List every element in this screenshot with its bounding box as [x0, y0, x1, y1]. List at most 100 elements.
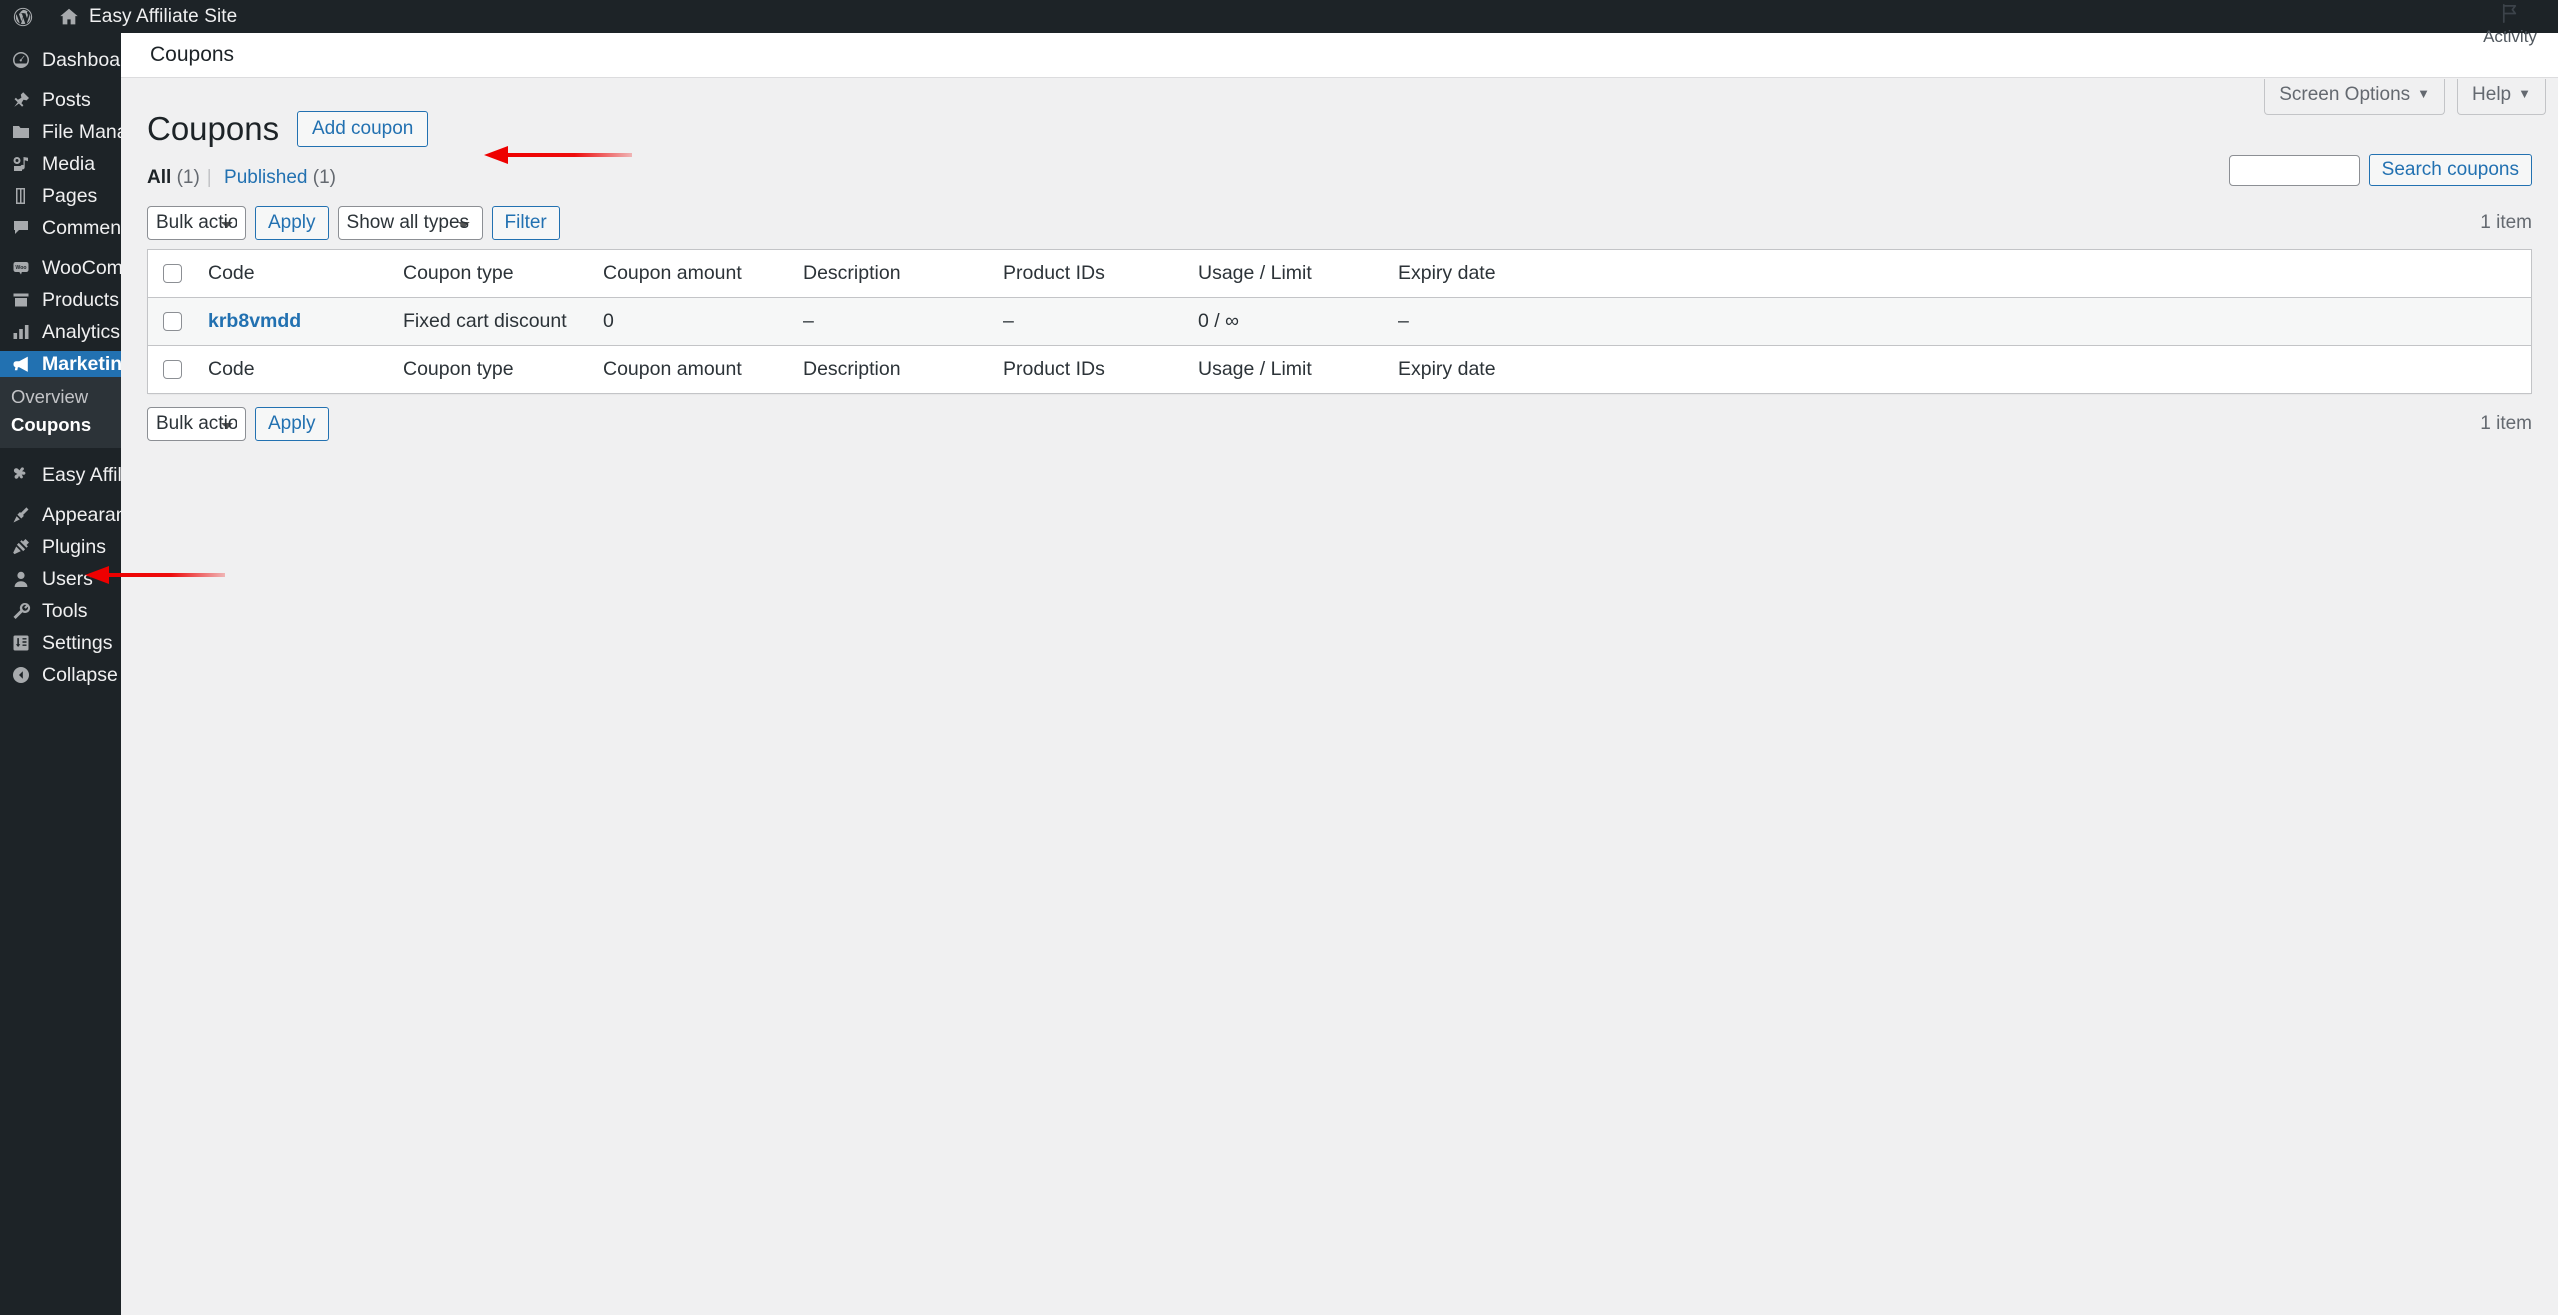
column-footer-description: Description	[790, 344, 990, 394]
table-footer-row: Code Coupon type Coupon amount Descripti…	[147, 344, 2532, 394]
column-footer-coupon-amount: Coupon amount	[590, 344, 790, 394]
home-icon	[58, 6, 80, 28]
wordpress-logo-icon	[12, 6, 34, 28]
column-header-description: Description	[790, 249, 990, 298]
content-area: Coupons Activity Screen Options ▼ Help ▼ C…	[121, 4, 2558, 1315]
cell-description: –	[790, 297, 990, 346]
table-row[interactable]: krb8vmdd Fixed cart discount 0 – – 0 / ∞…	[147, 297, 2532, 346]
sidebar-item-dashboard[interactable]: Dashboard	[0, 47, 137, 73]
tablenav-top: Bulk actions Apply Show all types Filter…	[147, 197, 2532, 249]
select-all-checkbox[interactable]	[163, 263, 182, 283]
plugins-plug-icon	[11, 537, 31, 557]
sidebar-item-file-manager[interactable]: File Manager	[0, 119, 156, 145]
breadcrumb: Coupons	[150, 43, 235, 66]
table-foot: Code Coupon type Coupon amount Descripti…	[147, 344, 2532, 394]
menu-spacer	[0, 488, 121, 502]
apply-button-bottom[interactable]: Apply	[255, 406, 329, 441]
sidebar-item-analytics[interactable]: Analytics	[0, 319, 121, 345]
column-header-code[interactable]: Code	[195, 249, 390, 298]
select-all-footer-header	[147, 344, 195, 394]
coupon-code-link[interactable]: krb8vmdd	[208, 310, 301, 332]
sidebar-item-collapse-menu[interactable]: Collapse menu	[0, 662, 172, 688]
bulk-actions-select-top[interactable]: Bulk actions	[147, 205, 246, 240]
sidebar-item-woocommerce[interactable]: Woo WooCommerce	[0, 255, 177, 281]
add-coupon-button[interactable]: Add coupon	[296, 111, 429, 148]
coupon-type-filter-select[interactable]: Show all types	[337, 205, 483, 240]
activity-button[interactable]: Activity	[2474, 2, 2546, 46]
sidebar-item-label: Settings	[42, 632, 113, 654]
sidebar-item-products[interactable]: Products	[0, 287, 121, 313]
bulk-actions-select-bottom[interactable]: Bulk actions	[147, 406, 246, 441]
sidebar-item-label: Plugins	[42, 536, 106, 558]
sidebar-item-easy-affiliate[interactable]: Easy Affiliate	[0, 462, 153, 488]
column-footer-coupon-type: Coupon type	[390, 344, 590, 394]
view-published-link[interactable]: Published	[224, 167, 307, 188]
sidebar-item-label: Posts	[42, 89, 91, 111]
sidebar-item-users[interactable]: Users	[0, 566, 121, 592]
analytics-bar-icon	[11, 322, 31, 342]
search-input[interactable]	[2228, 154, 2360, 186]
sidebar-item-settings[interactable]: Settings	[0, 630, 121, 656]
cell-expiry-date: –	[1385, 297, 2532, 346]
admin-sidebar-menu: Dashboard Posts File Manager Media Pages	[0, 33, 177, 1315]
displaying-num-top: 1 item	[2480, 211, 2532, 233]
submenu-item-coupons[interactable]: Coupons	[0, 411, 121, 439]
select-all-checkbox-footer[interactable]	[163, 359, 182, 379]
view-published: Published (1)	[224, 167, 336, 189]
submenu-item-overview[interactable]: Overview	[0, 383, 121, 411]
column-footer-expiry-date[interactable]: Expiry date	[1385, 344, 2532, 394]
sidebar-item-appearance[interactable]: Appearance	[0, 502, 147, 528]
column-header-usage-limit: Usage / Limit	[1185, 249, 1385, 298]
folder-icon	[11, 122, 31, 142]
table-header-row: Code Coupon type Coupon amount Descripti…	[147, 249, 2532, 298]
column-footer-product-ids: Product IDs	[990, 344, 1185, 394]
users-icon	[11, 569, 31, 589]
cell-coupon-amount: 0	[590, 297, 790, 346]
posts-pin-icon	[11, 90, 31, 110]
site-name-menu[interactable]: Easy Affiliate Site	[46, 0, 249, 33]
sidebar-item-marketing[interactable]: Marketing	[0, 351, 134, 377]
appearance-brush-icon	[11, 505, 31, 525]
tools-wrench-icon	[11, 601, 31, 621]
column-footer-code[interactable]: Code	[195, 344, 390, 394]
sidebar-item-comments[interactable]: Comments	[0, 215, 136, 241]
sidebar-item-posts[interactable]: Posts	[0, 87, 121, 113]
activity-label: Activity	[2483, 27, 2537, 46]
tablenav-bottom: Bulk actions Apply 1 item	[147, 398, 2532, 450]
sidebar-item-pages[interactable]: Pages	[0, 183, 121, 209]
cell-code: krb8vmdd	[195, 297, 390, 346]
sidebar-item-label: Analytics	[42, 321, 121, 343]
comments-icon	[11, 218, 31, 238]
select-all-header	[147, 249, 195, 298]
column-header-expiry-date[interactable]: Expiry date	[1385, 249, 2532, 298]
sidebar-item-label: Products	[42, 289, 119, 311]
menu-spacer	[0, 448, 121, 462]
sidebar-item-label: Users	[42, 568, 93, 590]
pages-icon	[11, 186, 31, 206]
coupons-table: Code Coupon type Coupon amount Descripti…	[147, 248, 2532, 394]
column-header-coupon-type: Coupon type	[390, 249, 590, 298]
admin-bar: Easy Affiliate Site	[0, 0, 2558, 33]
page-wrap: Coupons Add coupon All (1) | Published (1…	[121, 78, 2558, 450]
column-header-coupon-amount: Coupon amount	[590, 249, 790, 298]
sidebar-item-plugins[interactable]: Plugins	[0, 534, 121, 560]
row-select-cell	[147, 297, 195, 346]
sidebar-item-media[interactable]: Media	[0, 151, 121, 177]
filter-button[interactable]: Filter	[491, 205, 560, 240]
cell-coupon-type: Fixed cart discount	[390, 297, 590, 346]
sidebar-item-tools[interactable]: Tools	[0, 598, 121, 624]
megaphone-icon	[11, 354, 31, 374]
views-list: All (1) | Published (1)	[147, 167, 2532, 189]
apply-button-top[interactable]: Apply	[255, 205, 329, 240]
woocommerce-icon: Woo	[11, 258, 31, 278]
content-header-bar: Coupons Activity	[121, 4, 2558, 78]
column-header-product-ids: Product IDs	[990, 249, 1185, 298]
media-icon	[11, 154, 31, 174]
sidebar-item-label: Pages	[42, 185, 98, 207]
marketing-submenu: Overview Coupons	[0, 377, 121, 448]
wp-logo-menu[interactable]	[0, 0, 46, 33]
search-box: Search coupons	[2228, 154, 2532, 186]
row-checkbox[interactable]	[163, 311, 182, 331]
search-coupons-button[interactable]: Search coupons	[2368, 154, 2532, 186]
view-all-link[interactable]: All	[147, 167, 171, 188]
